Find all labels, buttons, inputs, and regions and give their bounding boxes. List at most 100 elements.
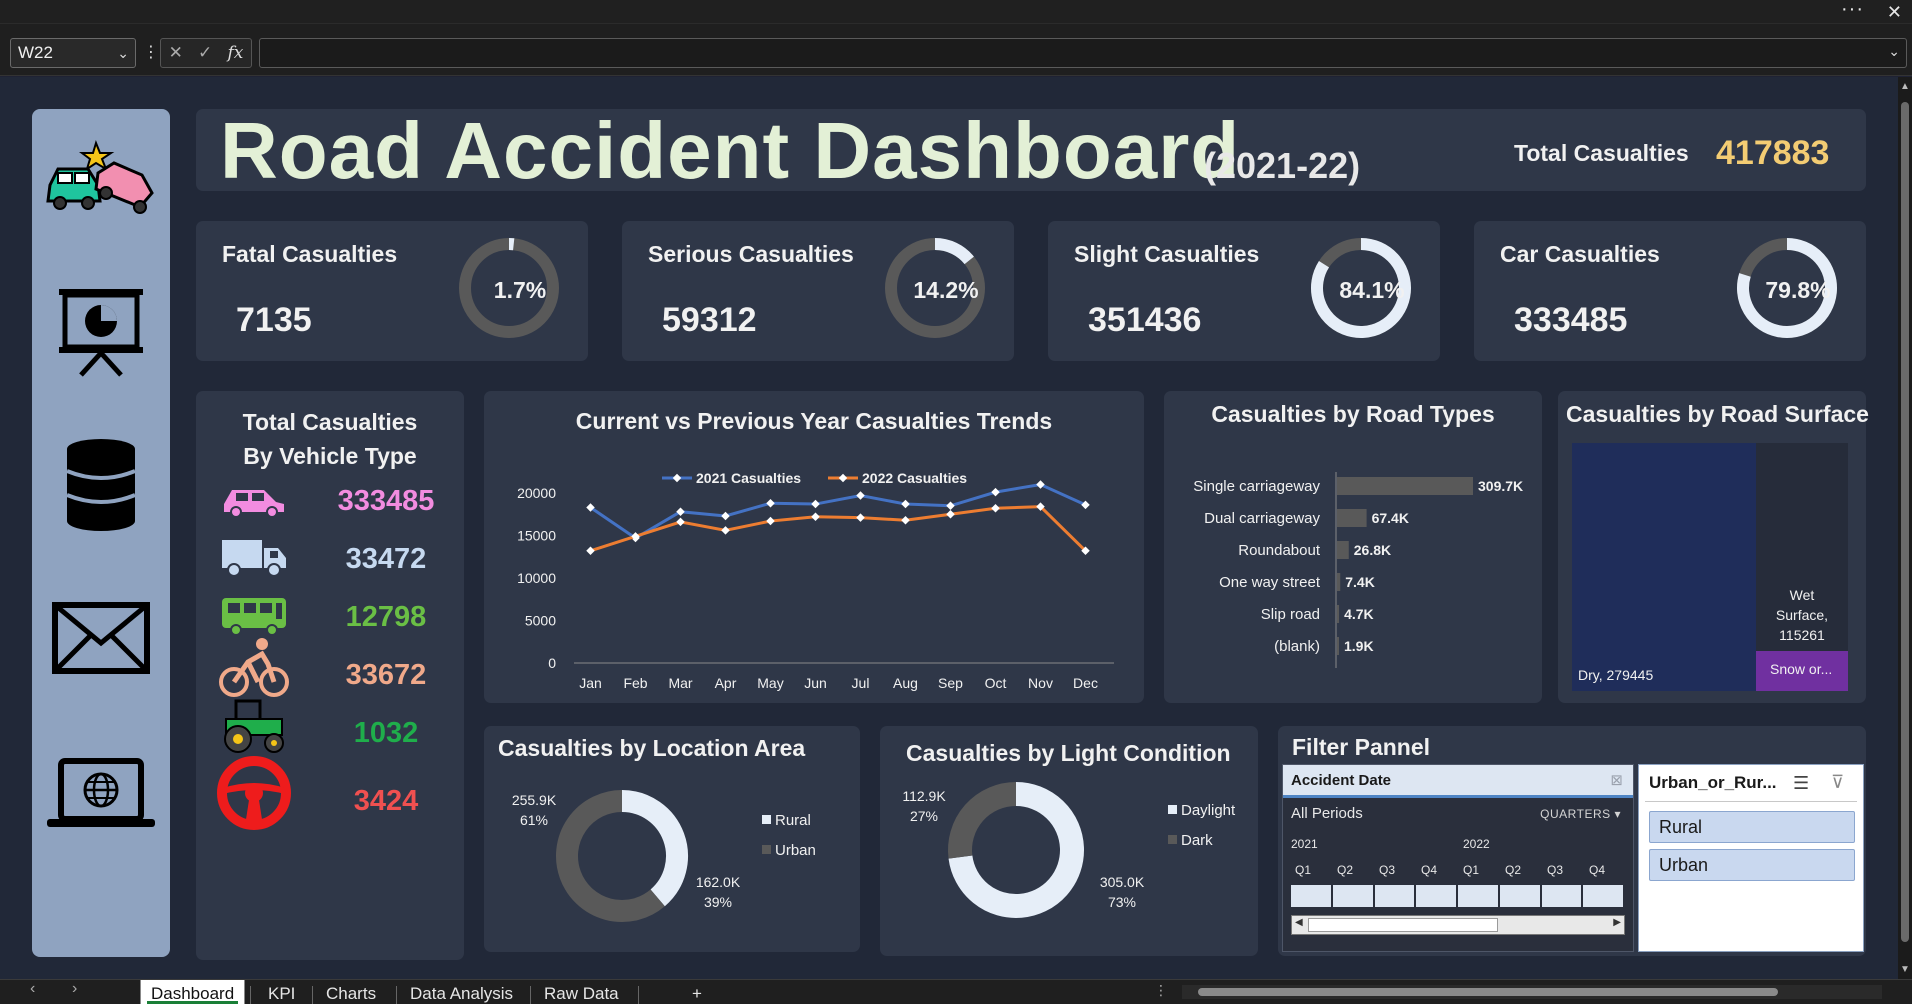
- timeline-cell[interactable]: [1458, 885, 1500, 907]
- urban-rural-slicer: Urban_or_Rur... ☰ ⊽ Rural Urban: [1638, 764, 1864, 952]
- x-tick-label: Sep: [938, 675, 963, 691]
- name-box[interactable]: W22 ⌄: [10, 38, 136, 68]
- timeline-cell[interactable]: [1291, 885, 1333, 907]
- legend-label: 2022 Casualties: [862, 470, 967, 486]
- scroll-left-icon[interactable]: ◀: [1295, 917, 1303, 928]
- slicer-item-urban[interactable]: Urban: [1649, 849, 1855, 881]
- donut-slice-rural: [621, 790, 688, 907]
- check-icon[interactable]: ✓: [198, 39, 212, 67]
- expand-formula-icon[interactable]: ⌄: [1888, 43, 1900, 60]
- close-icon[interactable]: ✕: [1887, 1, 1902, 23]
- function-icon[interactable]: fx: [228, 39, 244, 67]
- timeline-quarter[interactable]: Q3: [1537, 863, 1573, 877]
- scroll-up-icon[interactable]: ▲: [1900, 81, 1910, 92]
- timeline-quarter[interactable]: Q2: [1495, 863, 1531, 877]
- timeline-scroll-thumb[interactable]: [1308, 918, 1498, 932]
- filter-panel: Filter Pannel Accident Date ⊠ All Period…: [1278, 726, 1866, 956]
- x-tick-label: Aug: [893, 675, 918, 691]
- vertical-dots-icon[interactable]: ⋮: [1154, 982, 1168, 999]
- hscroll-thumb[interactable]: [1198, 988, 1778, 996]
- trend-chart-card: Current vs Previous Year Casualties Tren…: [484, 391, 1144, 703]
- database-icon[interactable]: [32, 437, 170, 533]
- x-tick-label: Oct: [985, 675, 1007, 691]
- kpi-label: Serious Casualties: [648, 241, 854, 267]
- multi-select-icon[interactable]: ☰: [1793, 773, 1809, 794]
- road-types-card: Casualties by Road Types Single carriage…: [1164, 391, 1542, 703]
- timeline-quarter[interactable]: Q4: [1411, 863, 1447, 877]
- timeline-cell[interactable]: [1499, 885, 1542, 907]
- prev-sheet-icon[interactable]: ‹: [30, 980, 35, 998]
- laptop-globe-icon[interactable]: [32, 757, 170, 833]
- timeline-cell[interactable]: [1416, 885, 1458, 907]
- timeline-cell[interactable]: [1541, 885, 1584, 907]
- timeline-year: 2021: [1291, 837, 1318, 851]
- scroll-right-icon[interactable]: ▶: [1613, 917, 1621, 928]
- road-value-label: 26.8K: [1354, 542, 1391, 558]
- kpi-car: Car Casualties 333485 79.8%: [1474, 221, 1866, 361]
- mail-icon[interactable]: [32, 601, 170, 675]
- series-point: [766, 516, 775, 526]
- timeline-level-dropdown[interactable]: QUARTERS ▾: [1540, 807, 1621, 821]
- x-tick-label: Jul: [852, 675, 870, 691]
- series-point: [856, 513, 865, 522]
- tab-separator: [396, 986, 397, 1004]
- sheet-tab-bar: ‹ › Dashboard KPI Charts Data Analysis R…: [0, 979, 1912, 1004]
- tab-separator: [312, 986, 313, 1004]
- car-crash-icon[interactable]: [32, 137, 170, 219]
- location-donut: [556, 790, 688, 922]
- accident-date-timeline[interactable]: Accident Date ⊠ All Periods QUARTERS ▾ 2…: [1282, 764, 1634, 952]
- road-type-label: Roundabout: [1238, 542, 1321, 559]
- slicer-title: Urban_or_Rur...: [1649, 773, 1777, 792]
- legend-label: 2021 Casualties: [696, 470, 801, 486]
- kpi-pct: 84.1%: [1339, 277, 1405, 303]
- tab-raw-data[interactable]: Raw Data: [534, 980, 629, 1004]
- timeline-quarter[interactable]: Q1: [1285, 863, 1321, 877]
- add-sheet-button[interactable]: +: [682, 980, 712, 1004]
- timeline-quarter[interactable]: Q2: [1327, 863, 1363, 877]
- urban-value-label: 255.9K: [511, 792, 557, 808]
- timeline-cell[interactable]: [1332, 885, 1375, 907]
- formula-bar: W22 ⌄ ⋮ ✕ ✓ fx ⌄: [0, 24, 1912, 76]
- clear-filter-icon[interactable]: ⊽: [1831, 772, 1844, 793]
- slicer-item-rural[interactable]: Rural: [1649, 811, 1855, 843]
- chevron-down-icon[interactable]: ⌄: [117, 39, 129, 67]
- donut-slice-dark: [948, 782, 1017, 859]
- timeline-scrollbar[interactable]: ◀ ▶: [1291, 915, 1625, 935]
- series-point: [586, 546, 595, 556]
- urban-pct-label: 61%: [519, 812, 549, 828]
- vehicle-row: 3424: [216, 756, 456, 830]
- road-value-label: 1.9K: [1344, 638, 1374, 654]
- kpi-value: 351436: [1088, 301, 1202, 339]
- cancel-icon[interactable]: ✕: [169, 39, 183, 67]
- timeline-cell[interactable]: [1583, 885, 1625, 907]
- vehicle-title-line1: Total Casualties: [242, 409, 418, 435]
- tab-data-analysis[interactable]: Data Analysis: [400, 980, 523, 1004]
- road-type-label: One way street: [1219, 574, 1321, 591]
- scroll-down-icon[interactable]: ▼: [1900, 964, 1910, 975]
- scroll-thumb[interactable]: [1901, 102, 1909, 942]
- tab-kpi[interactable]: KPI: [258, 980, 305, 1004]
- timeline-quarter[interactable]: Q4: [1579, 863, 1615, 877]
- kpi-ring-fill: [934, 238, 974, 265]
- series-point: [901, 515, 910, 525]
- treemap-snow: Snow or...: [1756, 651, 1848, 691]
- presentation-icon[interactable]: [32, 285, 170, 377]
- series-line-2021: [589, 482, 1087, 540]
- formula-input[interactable]: ⌄: [259, 38, 1907, 68]
- vertical-scrollbar[interactable]: ▲ ▼: [1898, 77, 1912, 979]
- daylight-value-label: 305.0K: [1099, 874, 1145, 890]
- clear-filter-icon[interactable]: ⊠: [1610, 771, 1623, 789]
- next-sheet-icon[interactable]: ›: [72, 980, 77, 998]
- timeline-cell[interactable]: [1374, 885, 1417, 907]
- vehicle-type-card: Total Casualties By Vehicle Type 333485 …: [196, 391, 464, 960]
- bicycle-icon: [216, 638, 292, 699]
- timeline-quarter[interactable]: Q1: [1453, 863, 1489, 877]
- tab-charts[interactable]: Charts: [316, 980, 386, 1004]
- vertical-dots-icon[interactable]: ⋮: [143, 42, 159, 62]
- timeline-quarter[interactable]: Q3: [1369, 863, 1405, 877]
- tab-dashboard[interactable]: Dashboard: [140, 980, 246, 1004]
- timeline-cells[interactable]: [1291, 885, 1625, 907]
- more-options-button[interactable]: ···: [1841, 0, 1864, 19]
- horizontal-scrollbar[interactable]: [1182, 985, 1882, 999]
- legend-dark: Dark: [1168, 832, 1213, 849]
